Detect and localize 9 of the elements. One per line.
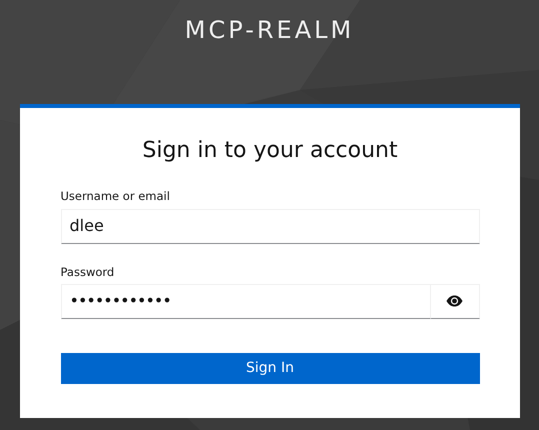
password-field[interactable]: •••••••••••• <box>60 284 430 319</box>
sign-in-button[interactable]: Sign In <box>60 352 480 384</box>
eye-icon <box>446 295 463 308</box>
realm-title: MCP-REALM <box>184 15 354 46</box>
username-field[interactable]: dlee <box>60 208 480 244</box>
show-password-button[interactable] <box>430 284 480 319</box>
card-heading: Sign in to your account <box>141 138 399 164</box>
field-label: Password <box>60 264 116 281</box>
field-label: Username or email <box>60 188 171 206</box>
